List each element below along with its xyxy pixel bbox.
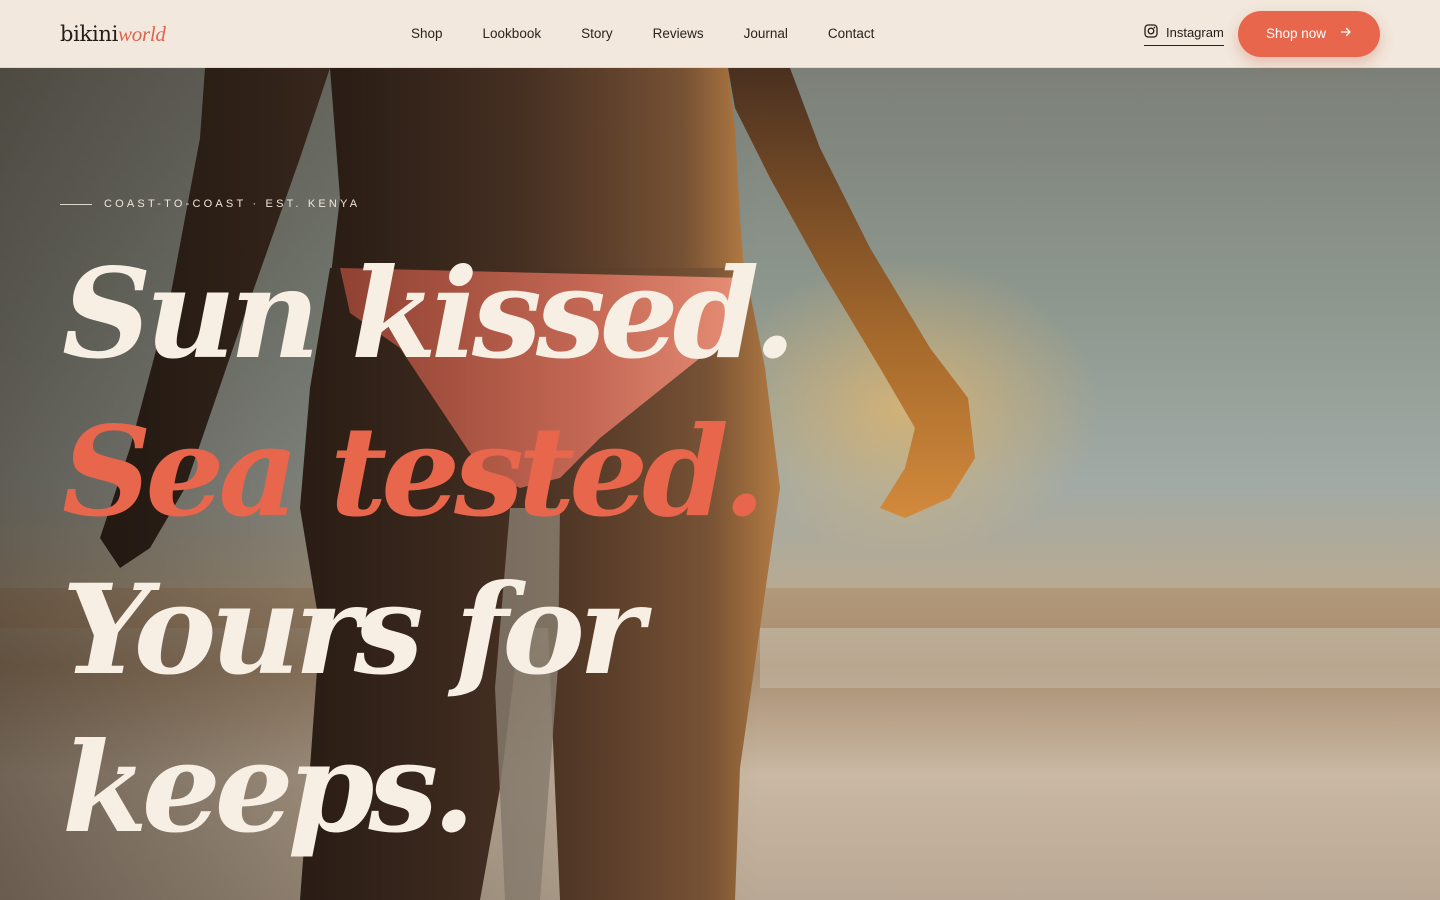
nav-item-contact[interactable]: Contact <box>828 24 875 44</box>
shop-now-button[interactable]: Shop now <box>1238 11 1380 57</box>
arrow-right-icon <box>1340 25 1352 43</box>
instagram-link[interactable]: Instagram <box>1144 22 1224 46</box>
logo-accent-text: world <box>118 22 166 46</box>
eyebrow-rule <box>60 203 92 205</box>
hero-eyebrow: COAST-TO-COAST · EST. KENYA <box>60 196 360 212</box>
brand-logo[interactable]: bikiniworld <box>60 20 166 48</box>
nav-item-shop[interactable]: Shop <box>411 24 443 44</box>
nav-item-lookbook[interactable]: Lookbook <box>483 24 542 44</box>
eyebrow-text: COAST-TO-COAST · EST. KENYA <box>104 198 361 210</box>
main-nav: Shop Lookbook Story Reviews Journal Cont… <box>411 24 874 44</box>
hero-headline: Sun kissed. Sea tested. Yours for keeps. <box>62 236 962 868</box>
headline-line-3: Yours for <box>62 558 644 703</box>
logo-main-text: bikini <box>60 22 119 46</box>
instagram-icon <box>1144 23 1158 43</box>
nav-item-reviews[interactable]: Reviews <box>653 24 704 44</box>
headline-line-1: Sun kissed. <box>62 242 796 387</box>
site-header: bikiniworld Shop Lookbook Story Reviews … <box>0 0 1440 68</box>
hero-section: COAST-TO-COAST · EST. KENYA Sun kissed. … <box>0 68 1440 900</box>
shop-now-label: Shop now <box>1265 26 1327 41</box>
instagram-label: Instagram <box>1166 25 1224 40</box>
headline-line-4: keeps. <box>62 716 475 861</box>
nav-item-journal[interactable]: Journal <box>744 24 788 44</box>
headline-line-2: Sea tested. <box>62 400 766 545</box>
nav-item-story[interactable]: Story <box>581 24 613 44</box>
